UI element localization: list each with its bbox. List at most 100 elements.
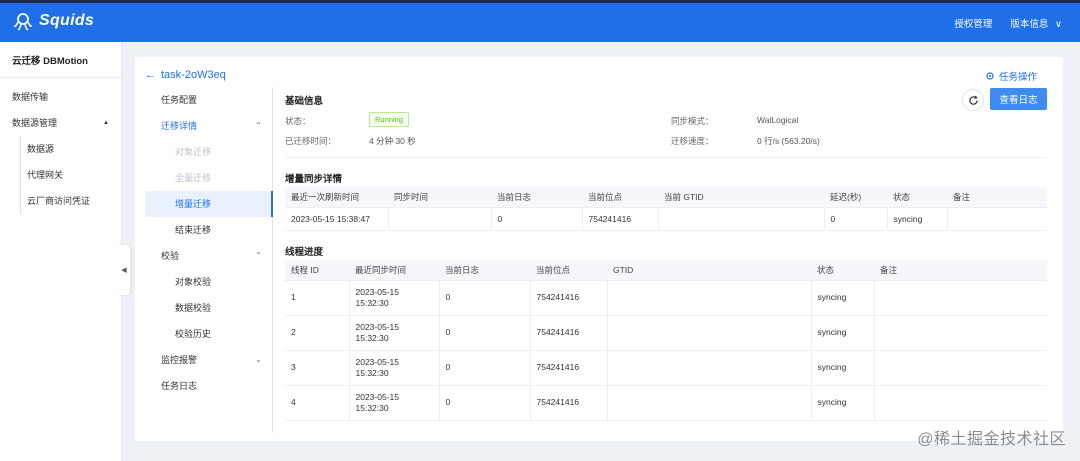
chevron-up-icon: ▲ [103, 120, 109, 126]
sidebar-title: 云迁移 DBMotion [0, 42, 121, 78]
gear-icon [986, 72, 994, 80]
cell-note [874, 315, 1047, 351]
subnav-monitor-alert[interactable]: 监控报警 ⌄ [145, 347, 272, 373]
table-row: 3 2023-05-15 15:32:30 0 754241416 syncing [285, 350, 1047, 386]
column-header: 最近一次刷新时间 [285, 187, 388, 208]
elapsed-value: 4 分钟 30 秒 [369, 136, 416, 146]
column-header: 线程 ID [285, 260, 349, 281]
subnav-object-check[interactable]: 对象校验 [145, 269, 272, 295]
cell-current-log: 0 [439, 280, 531, 316]
cell-gtid [607, 315, 812, 351]
cell-current-gtid [658, 207, 825, 231]
thread-progress-title: 线程进度 [285, 247, 324, 258]
cell-current-position: 754241416 [530, 280, 608, 316]
subnav-verification[interactable]: 校验 ⌃ [145, 243, 272, 269]
cell-note [874, 385, 1047, 421]
table-row: 2 2023-05-15 15:32:30 0 754241416 syncing [285, 315, 1047, 351]
main-panel: ← task-2oW3eq 任务操作 任务配置 迁移详情 ⌃ 对象迁移 全量迁移… [135, 57, 1063, 441]
subnav-label: 迁移详情 [161, 121, 198, 131]
cell-status: syncing [811, 315, 875, 351]
table-row: 1 2023-05-15 15:32:30 0 754241416 syncing [285, 280, 1047, 316]
subnav-label: 监控报警 [161, 355, 198, 365]
cell-current-log: 0 [491, 207, 583, 231]
view-log-button[interactable]: 查看日志 [990, 88, 1047, 110]
cell-current-log: 0 [439, 315, 531, 351]
cell-sync-time: 2023-05-15 15:32:30 [349, 350, 440, 386]
arrow-left-icon: ← [145, 69, 156, 81]
column-header: 当前日志 [491, 187, 582, 208]
cell-refresh-time: 2023-05-15 15:38:47 [285, 207, 389, 231]
table-row: 2023-05-15 15:38:47 0 754241416 0 syncin… [285, 207, 1047, 231]
cell-sync-time [388, 207, 492, 231]
brand-name: Squids [39, 12, 95, 29]
chevron-up-icon: ⌃ [255, 121, 262, 130]
divider [285, 157, 1047, 158]
sidebar-collapse-button[interactable]: ◀ [118, 245, 130, 295]
subnav-data-check[interactable]: 数据校验 [145, 295, 272, 321]
incremental-title: 增量同步详情 [285, 174, 343, 185]
column-header: 备注 [947, 187, 1047, 208]
subnav-check-history[interactable]: 校验历史 [145, 321, 272, 347]
column-header: 状态 [887, 187, 947, 208]
chevron-down-icon: ∨ [1055, 19, 1062, 30]
subnav-end-migration[interactable]: 结束迁移 [145, 217, 272, 243]
cell-gtid [607, 385, 812, 421]
cell-delay: 0 [824, 207, 888, 231]
cell-status: syncing [811, 350, 875, 386]
cell-time: 15:32:30 [355, 332, 389, 343]
task-subnav: 任务配置 迁移详情 ⌃ 对象迁移 全量迁移 增量迁移 结束迁移 校验 ⌃ 对象校… [145, 87, 273, 433]
cell-status: syncing [811, 385, 875, 421]
cell-gtid [607, 280, 812, 316]
sidebar-item-data-transfer[interactable]: 数据传输 [0, 84, 121, 110]
basic-info-title: 基础信息 [285, 96, 324, 107]
cell-thread-id: 1 [285, 280, 350, 316]
subnav-task-log[interactable]: 任务日志 [145, 373, 272, 399]
column-header: 当前日志 [439, 260, 530, 281]
version-menu[interactable]: 版本信息 ∨ [1010, 16, 1062, 30]
chevron-left-icon: ◀ [121, 267, 127, 274]
sidebar-item-datasource-mgmt[interactable]: 数据源管理 ▲ [0, 110, 121, 136]
cell-sync-time: 2023-05-15 15:32:30 [349, 280, 440, 316]
incremental-table: 最近一次刷新时间 同步时间 当前日志 当前位点 当前 GTID 延迟(秒) 状态… [285, 187, 1047, 231]
cell-thread-id: 2 [285, 315, 350, 351]
task-ops-button[interactable]: 任务操作 [985, 69, 1037, 83]
cell-current-position: 754241416 [530, 385, 608, 421]
back-link[interactable]: ← task-2oW3eq [145, 69, 226, 81]
cell-time: 15:32:30 [355, 367, 389, 378]
column-header: 同步时间 [388, 187, 491, 208]
sidebar-item-datasource[interactable]: 数据源 [27, 136, 121, 162]
thread-progress-table: 线程 ID 最近同步时间 当前日志 当前位点 GTID 状态 备注 1 2023… [285, 260, 1047, 421]
column-header: 当前位点 [582, 187, 658, 208]
license-menu[interactable]: 授权管理 [954, 16, 992, 30]
cell-time: 15:32:30 [355, 297, 389, 308]
cell-thread-id: 3 [285, 350, 350, 386]
cell-current-log: 0 [439, 350, 531, 386]
sync-mode-value: WalLogical [757, 115, 799, 125]
subnav-object-migration: 对象迁移 [175, 147, 212, 157]
chevron-down-icon: ⌄ [255, 355, 262, 364]
sidebar-item-cloud-credentials[interactable]: 云厂商访问凭证 [27, 188, 121, 214]
top-bar: Squids 授权管理 版本信息 ∨ [0, 0, 1080, 42]
refresh-button[interactable] [962, 89, 984, 111]
version-label: 版本信息 [1010, 19, 1049, 30]
column-header: 当前位点 [530, 260, 607, 281]
column-header: 最近同步时间 [349, 260, 439, 281]
subnav-task-config[interactable]: 任务配置 [145, 87, 272, 113]
watermark: @稀土掘金技术社区 [917, 431, 1066, 448]
column-header: GTID [607, 260, 811, 281]
column-header: 状态 [811, 260, 874, 281]
table-row: 4 2023-05-15 15:32:30 0 754241416 syncing [285, 385, 1047, 421]
elapsed-label: 已迁移时间： [285, 136, 337, 146]
subnav-incremental-migration[interactable]: 增量迁移 [145, 191, 273, 217]
logo[interactable]: Squids [13, 11, 94, 31]
cell-current-log: 0 [439, 385, 531, 421]
task-ops-label: 任务操作 [998, 72, 1037, 83]
cell-status: syncing [811, 280, 875, 316]
sidebar-item-proxy-gateway[interactable]: 代理网关 [27, 162, 121, 188]
cell-date: 2023-05-15 [355, 356, 399, 367]
sidebar-item-label: 数据源管理 [12, 118, 58, 128]
subnav-migration-detail[interactable]: 迁移详情 ⌃ [145, 113, 272, 139]
cell-gtid [607, 350, 812, 386]
cell-date: 2023-05-15 [355, 321, 399, 332]
cell-current-position: 754241416 [582, 207, 659, 231]
